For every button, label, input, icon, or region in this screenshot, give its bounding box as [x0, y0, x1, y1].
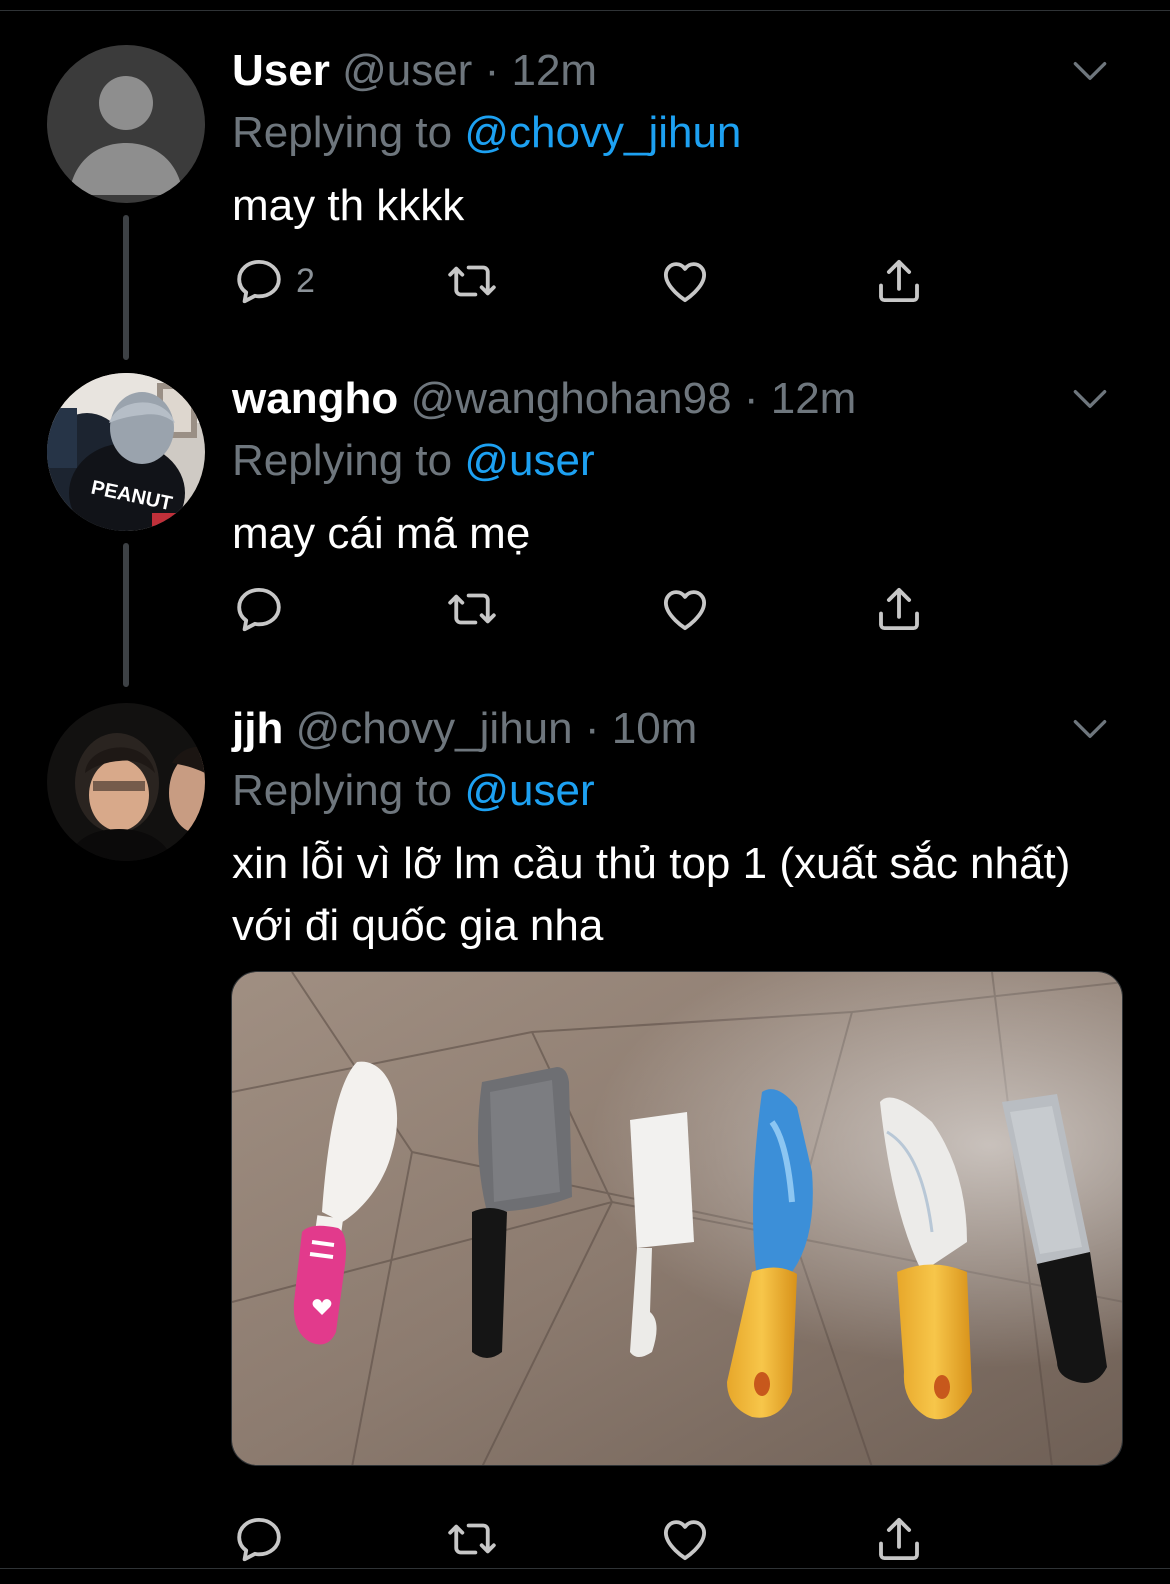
share-icon [872, 1512, 926, 1566]
reply-button[interactable]: 2 [232, 251, 315, 311]
chevron-down-icon[interactable] [1068, 49, 1112, 93]
heart-icon [658, 1512, 712, 1566]
share-icon [872, 254, 926, 308]
tweet-content: wangho @wanghohan98 · 12m Replying to @u… [232, 373, 1112, 565]
tweet-text: may th kkkk [232, 181, 465, 230]
chevron-down-icon[interactable] [1068, 377, 1112, 421]
tweet-actions: 2 [232, 251, 952, 311]
tweet-header: jjh @chovy_jihun · 10m [232, 703, 1112, 755]
chevron-down-icon[interactable] [1068, 707, 1112, 751]
reply-count: 2 [296, 261, 315, 300]
avatar-wangho[interactable]: PEANUT [47, 373, 205, 531]
reply-icon [232, 1512, 286, 1566]
tweet-content: User @user · 12m Replying to @chovy_jihu… [232, 45, 1112, 237]
tweet-actions [232, 579, 952, 639]
tweet-actions [232, 1509, 952, 1569]
replying-to: Replying to @user [232, 765, 1112, 817]
handle[interactable]: @wanghohan98 [410, 374, 731, 423]
share-button[interactable] [872, 1509, 926, 1569]
replying-to: Replying to @user [232, 435, 1112, 487]
avatar-default[interactable] [47, 45, 205, 203]
replying-prefix: Replying to [232, 766, 465, 815]
like-button[interactable] [658, 1509, 712, 1569]
share-button[interactable] [872, 251, 926, 311]
separator: · [584, 704, 600, 753]
timestamp[interactable]: 12m [511, 46, 597, 95]
heart-icon [658, 254, 712, 308]
mention-link[interactable]: @chovy_jihun [464, 108, 741, 157]
reply-icon [232, 254, 286, 308]
share-icon [872, 582, 926, 636]
tweet-header: wangho @wanghohan98 · 12m [232, 373, 1112, 425]
timestamp[interactable]: 12m [771, 374, 857, 423]
replying-to: Replying to @chovy_jihun [232, 107, 1112, 159]
retweet-icon [445, 582, 499, 636]
retweet-icon [445, 1512, 499, 1566]
bottom-divider [0, 1568, 1170, 1569]
display-name[interactable]: User [232, 46, 330, 95]
avatar-jjh[interactable] [47, 703, 205, 861]
reply-button[interactable] [232, 1509, 286, 1569]
timestamp[interactable]: 10m [612, 704, 698, 753]
like-button[interactable] [658, 579, 712, 639]
like-button[interactable] [658, 251, 712, 311]
heart-icon [658, 582, 712, 636]
display-name[interactable]: jjh [232, 704, 283, 753]
reply-icon [232, 582, 286, 636]
retweet-icon [445, 254, 499, 308]
toy-knives-photo [232, 972, 1122, 1465]
tweet-media-photo[interactable] [231, 971, 1123, 1466]
thread-line [123, 215, 129, 360]
separator: · [484, 46, 500, 95]
tweet-header: User @user · 12m [232, 45, 1112, 97]
replying-prefix: Replying to [232, 108, 465, 157]
mention-link[interactable]: @user [464, 436, 594, 485]
replying-prefix: Replying to [232, 436, 465, 485]
handle[interactable]: @user [342, 46, 472, 95]
retweet-button[interactable] [445, 251, 499, 311]
separator: · [743, 374, 759, 423]
display-name[interactable]: wangho [232, 374, 398, 423]
retweet-button[interactable] [445, 1509, 499, 1569]
tweet-text: xin lỗi vì lỡ lm cầu thủ top 1 (xuất sắc… [232, 839, 1071, 950]
retweet-button[interactable] [445, 579, 499, 639]
share-button[interactable] [872, 579, 926, 639]
tweet-content: jjh @chovy_jihun · 10m Replying to @user… [232, 703, 1112, 957]
top-divider [0, 10, 1170, 11]
tweet-text: may cái mã mẹ [232, 509, 531, 558]
thread-line [123, 543, 129, 687]
mention-link[interactable]: @user [464, 766, 594, 815]
reply-button[interactable] [232, 579, 286, 639]
handle[interactable]: @chovy_jihun [296, 704, 573, 753]
